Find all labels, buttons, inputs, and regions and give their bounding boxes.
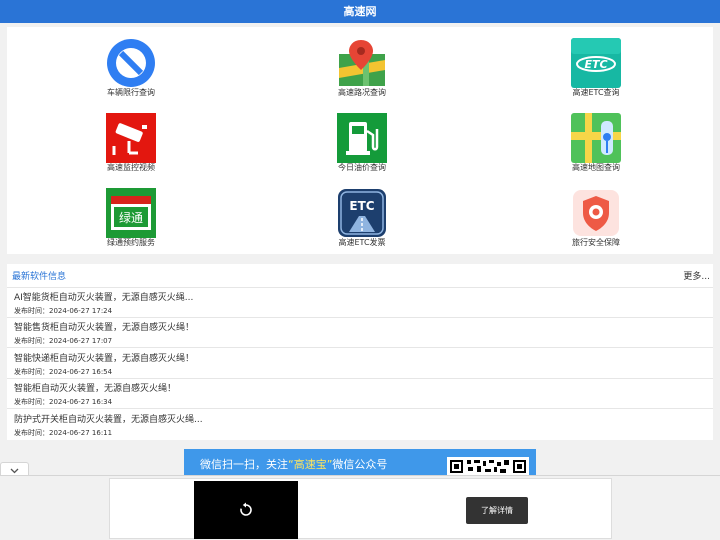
news-item[interactable]: AI智能货柜自动灭火装置，无源自感灭火绳... 发布时间：2024-06-27 …: [7, 288, 713, 318]
tile-label: 高速ETC发票: [338, 238, 386, 247]
news-item-title[interactable]: 智能柜自动灭火装置，无源自感灭火绳！: [14, 381, 176, 394]
no-entry-icon: [107, 39, 155, 87]
tile-surveillance-video[interactable]: 高速监控视频: [51, 105, 211, 172]
ad-container: 了解详情: [109, 478, 612, 539]
green-pass-calendar-icon: 绿通: [106, 188, 156, 238]
etc-invoice-icon: ETC: [338, 189, 386, 237]
tile-travel-safety[interactable]: 旅行安全保障: [516, 180, 676, 247]
tile-fuel-price[interactable]: 今日油价查询: [282, 105, 442, 172]
news-header: 最新软件信息 更多...: [7, 264, 713, 288]
tile-etc-query[interactable]: ETC 高速ETC查询: [516, 30, 676, 97]
tile-label: 高速监控视频: [107, 163, 155, 172]
promo-text-before: 微信扫一扫，关注: [200, 458, 288, 471]
collapse-toggle[interactable]: [0, 462, 29, 476]
promo-text: 微信扫一扫，关注“高速宝”微信公众号: [200, 456, 387, 472]
news-item[interactable]: 智能售货柜自动灭火装置，无源自感灭火绳！ 发布时间：2024-06-27 17:…: [7, 318, 713, 348]
tile-label: 绿通预约服务: [107, 238, 155, 247]
news-item-title[interactable]: 智能售货柜自动灭火装置，无源自感灭火绳！: [14, 320, 194, 333]
tile-etc-invoice[interactable]: ETC 高速ETC发票: [282, 180, 442, 247]
tile-label: 旅行安全保障: [572, 238, 620, 247]
news-item-title[interactable]: 防护式开关柜自动灭火装置，无源自感灭火绳...: [14, 412, 203, 425]
etc-card-icon: ETC: [571, 38, 621, 88]
tile-label: 车辆限行查询: [107, 88, 155, 97]
promo-highlight: “高速宝”: [288, 458, 333, 471]
app-title: 高速网: [343, 5, 377, 18]
news-item-title[interactable]: AI智能货柜自动灭火装置，无源自感灭火绳...: [14, 290, 193, 303]
news-item-title[interactable]: 智能快递柜自动灭火装置，无源自感灭火绳！: [14, 351, 194, 364]
cctv-camera-icon: [106, 113, 156, 163]
tile-label: 高速ETC查询: [572, 88, 620, 97]
news-item[interactable]: 智能快递柜自动灭火装置，无源自感灭火绳！ 发布时间：2024-06-27 16:…: [7, 349, 713, 379]
tile-highway-map[interactable]: 高速地图查询: [516, 105, 676, 172]
more-link[interactable]: 更多...: [683, 269, 710, 282]
ad-video[interactable]: [194, 481, 298, 539]
news-item-date: 发布时间：2024-06-27 17:24: [14, 307, 113, 315]
tile-label: 高速路况查询: [338, 88, 386, 97]
map-pin-icon: [339, 40, 385, 86]
svg-text:ETC: ETC: [584, 58, 607, 71]
tile-label: 今日油价查询: [338, 163, 386, 172]
tile-highway-traffic[interactable]: 高速路况查询: [282, 30, 442, 97]
news-item-date: 发布时间：2024-06-27 16:34: [14, 398, 113, 406]
bottom-ad-bar: 了解详情: [0, 475, 720, 540]
news-item-date: 发布时间：2024-06-27 17:07: [14, 337, 113, 345]
svg-text:ETC: ETC: [349, 199, 374, 213]
fuel-pump-icon: [337, 113, 387, 163]
svg-text:绿通: 绿通: [119, 210, 143, 225]
safety-shield-icon: [573, 190, 619, 236]
news-item[interactable]: 防护式开关柜自动灭火装置，无源自感灭火绳... 发布时间：2024-06-27 …: [7, 410, 713, 440]
news-item-date: 发布时间：2024-06-27 16:11: [14, 429, 113, 437]
app-header: 高速网: [0, 0, 720, 23]
learn-more-button[interactable]: 了解详情: [466, 497, 528, 524]
road-map-icon: [571, 113, 621, 163]
news-item[interactable]: 智能柜自动灭火装置，无源自感灭火绳！ 发布时间：2024-06-27 16:34: [7, 379, 713, 409]
promo-text-after: 微信公众号: [332, 458, 388, 471]
news-section-title: 最新软件信息: [12, 272, 67, 282]
tile-green-pass[interactable]: 绿通 绿通预约服务: [51, 180, 211, 247]
tile-label: 高速地图查询: [572, 163, 620, 172]
service-grid: 车辆限行查询 高速路况查询 ETC 高速ETC查询 高速监控视频 今日油价查询 …: [7, 27, 713, 254]
tile-vehicle-restriction[interactable]: 车辆限行查询: [51, 30, 211, 97]
replay-icon[interactable]: [238, 502, 254, 518]
news-section: 最新软件信息 更多... AI智能货柜自动灭火装置，无源自感灭火绳... 发布时…: [7, 264, 713, 440]
news-item-date: 发布时间：2024-06-27 16:54: [14, 368, 113, 376]
